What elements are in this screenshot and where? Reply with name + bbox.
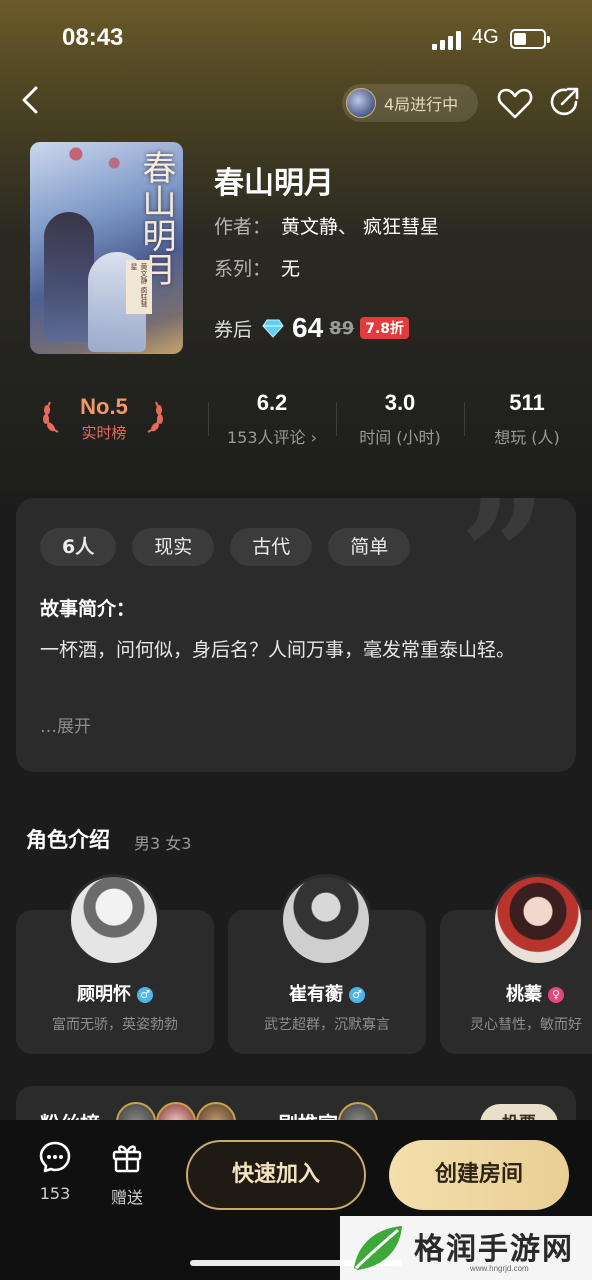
battery-icon xyxy=(510,29,550,49)
divider xyxy=(336,402,337,436)
role-avatar[interactable] xyxy=(280,874,372,966)
price: 64 xyxy=(292,312,324,343)
story-card: ” 6人 现实 古代 简单 故事简介： 一杯酒，问何似，身后名？人间万事，毫发常… xyxy=(16,498,576,772)
watermark-text: 格润手游网 xyxy=(414,1232,574,1267)
laurel-right-icon xyxy=(147,401,163,433)
role-name: 顾明怀 ♂ xyxy=(16,980,214,1006)
role-desc: 灵心彗性，敏而好 xyxy=(470,1017,582,1033)
want-label: 想玩 (人) xyxy=(494,428,560,447)
share-icon[interactable] xyxy=(546,84,582,120)
original-price: 89 xyxy=(329,317,355,339)
role-avatar[interactable] xyxy=(492,874,584,966)
reviews-link[interactable]: 153人评论 › xyxy=(212,424,332,448)
duration-stat: 3.0 时间 (小时) xyxy=(340,390,460,448)
discount-badge: 7.8折 xyxy=(360,317,410,339)
comment-icon xyxy=(39,1141,71,1173)
status-bar: 08:43 4G xyxy=(0,0,592,80)
leaf-logo-icon xyxy=(354,1226,402,1270)
female-icon: ♀ xyxy=(548,987,564,1003)
tag-reality[interactable]: 现实 xyxy=(132,528,215,566)
network-type: 4G xyxy=(472,26,499,48)
story-heading: 故事简介： xyxy=(40,598,136,620)
comment-button[interactable]: 153 xyxy=(25,1140,85,1203)
expand-link[interactable]: …展开 xyxy=(40,712,91,737)
price-row: 券后 64 89 7.8折 xyxy=(214,310,410,346)
tag-difficulty[interactable]: 简单 xyxy=(328,528,411,566)
rating-stat[interactable]: 6.2 153人评论 › xyxy=(212,390,332,448)
role-desc: 富而无骄，英姿勃勃 xyxy=(52,1017,178,1033)
male-icon: ♂ xyxy=(349,987,365,1003)
want-stat: 511 想玩 (人) xyxy=(467,390,587,448)
stats-row: No.5 实时榜 6.2 153人评论 › 3.0 时间 (小时) 511 想玩… xyxy=(0,386,592,458)
comment-count: 153 xyxy=(39,1184,71,1203)
status-time: 08:43 xyxy=(62,24,124,51)
duration-value: 3.0 xyxy=(384,390,416,415)
divider xyxy=(208,402,209,436)
want-value: 511 xyxy=(509,390,545,415)
duration-label: 时间 (小时) xyxy=(359,428,441,447)
series-row: 系列： 无 xyxy=(214,254,300,281)
watermark-url: www.hngrjd.com xyxy=(470,1264,529,1273)
quote-mark-icon: ” xyxy=(459,498,546,643)
book-cover[interactable]: 春山明月 黄文静 疯狂彗星 xyxy=(30,142,183,354)
tag-list: 6人 现实 古代 简单 xyxy=(40,528,411,566)
male-icon: ♂ xyxy=(137,987,153,1003)
player-avatar xyxy=(346,88,376,118)
series-value: 无 xyxy=(281,258,301,280)
roles-count: 男3 女3 xyxy=(134,834,192,853)
back-icon[interactable] xyxy=(12,80,52,120)
gift-button[interactable]: 赠送 xyxy=(97,1140,157,1208)
price-label: 券后 xyxy=(214,318,253,341)
divider xyxy=(464,402,465,436)
in-game-badge[interactable]: 4局进行中 xyxy=(342,84,478,122)
story-text: 一杯酒，问何似，身后名？人间万事，毫发常重泰山轻。 xyxy=(40,639,516,661)
diamond-icon xyxy=(262,319,284,338)
cover-subtitle: 黄文静 疯狂彗星 xyxy=(126,260,152,314)
book-title: 春山明月 xyxy=(214,166,334,201)
in-game-text: 4局进行中 xyxy=(384,95,459,114)
author-row: 作者： 黄文静、 疯狂彗星 xyxy=(214,212,439,239)
gift-label: 赠送 xyxy=(110,1188,143,1207)
signal-icon xyxy=(432,30,464,50)
author-value[interactable]: 黄文静、 疯狂彗星 xyxy=(281,216,439,238)
author-label: 作者： xyxy=(214,216,272,238)
rating-value: 6.2 xyxy=(256,390,288,415)
role-avatar[interactable] xyxy=(68,874,160,966)
gift-icon xyxy=(112,1145,142,1173)
roles-heading: 角色介绍 xyxy=(26,828,110,852)
cover-figure xyxy=(44,212,94,342)
tag-ancient[interactable]: 古代 xyxy=(230,528,313,566)
create-room-button[interactable]: 创建房间 xyxy=(389,1140,569,1210)
series-label: 系列： xyxy=(214,258,272,280)
heart-icon[interactable] xyxy=(496,84,534,122)
role-desc: 武艺超群，沉默寡言 xyxy=(264,1017,390,1033)
site-watermark: 格润手游网 www.hngrjd.com xyxy=(340,1216,592,1280)
role-name: 崔有蘅 ♂ xyxy=(228,980,426,1006)
role-name: 桃蓁 ♀ xyxy=(440,980,592,1006)
tag-players[interactable]: 6人 xyxy=(40,528,117,566)
quick-join-button[interactable]: 快速加入 xyxy=(186,1140,366,1210)
